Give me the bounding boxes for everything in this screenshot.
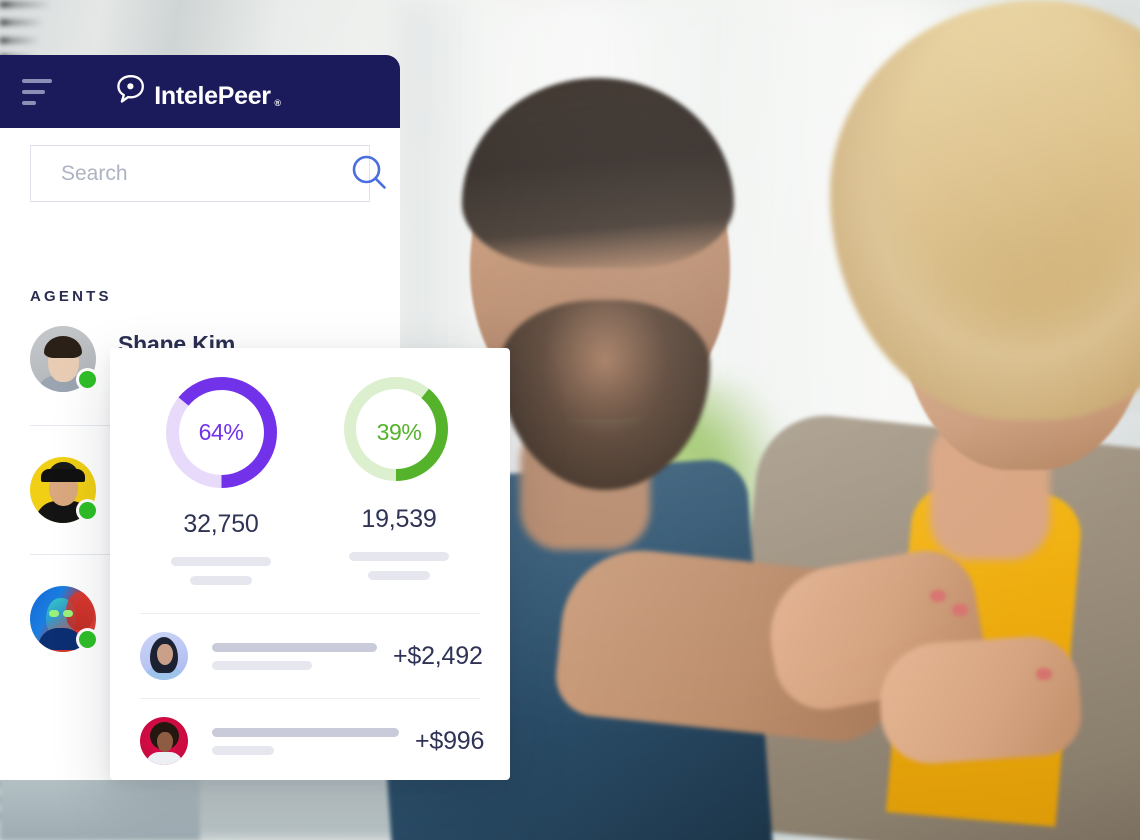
registered-trademark-icon: ® [274, 98, 281, 108]
skeleton-bar [368, 571, 430, 580]
avatar-wrapper [30, 457, 96, 523]
metric-value-2: 19,539 [361, 505, 437, 533]
transaction-row[interactable]: +$996 [110, 699, 510, 783]
avatar-body [146, 752, 183, 765]
transaction-placeholder-bars [212, 642, 377, 670]
hero-nail [930, 590, 946, 602]
skeleton-bar [171, 557, 271, 566]
avatar-face [157, 644, 173, 665]
brand-wordmark-text: IntelePeer [154, 82, 271, 110]
avatar-cap-brim [41, 469, 85, 482]
avatar-face [157, 732, 173, 752]
status-badge-online [79, 502, 96, 519]
search-button[interactable] [350, 146, 388, 201]
metric-value-1: 32,750 [183, 510, 259, 538]
hamburger-menu-icon[interactable] [22, 78, 52, 105]
list-divider [30, 554, 112, 555]
avatar [140, 717, 188, 765]
donut-chart-2: 39% [341, 374, 458, 491]
metrics-row: 64% 32,750 39% 19,539 [110, 348, 510, 585]
transaction-placeholder-bars [212, 727, 399, 755]
avatar-glasses-right [63, 610, 73, 617]
blind-slat [0, 38, 40, 43]
status-badge-online [79, 371, 96, 388]
search-input[interactable] [31, 161, 350, 186]
status-badge-online [79, 631, 96, 648]
transaction-amount: +$996 [415, 726, 485, 755]
donut-percent-label-1: 64% [198, 419, 244, 445]
avatar [140, 632, 188, 680]
search-box[interactable] [30, 145, 386, 202]
brand-logo[interactable]: IntelePeer ® [115, 74, 281, 109]
dashboard-card: 64% 32,750 39% 19,539 +$2,492 +$996 [110, 348, 510, 780]
agents-section-title: AGENTS [30, 288, 112, 305]
hero-nail [1036, 668, 1052, 680]
avatar-glasses-left [49, 610, 59, 617]
screenshot-root: IntelePeer® AGENTS [0, 0, 1140, 840]
skeleton-bar [212, 642, 377, 652]
avatar-body [38, 628, 84, 650]
blind-slat [0, 20, 44, 25]
search-icon [350, 153, 388, 194]
skeleton-bar [349, 552, 449, 561]
app-topbar: IntelePeer ® [0, 55, 400, 128]
avatar-wrapper [30, 586, 96, 652]
transaction-amount: +$2,492 [393, 641, 483, 670]
avatar-hair [44, 336, 82, 358]
skeleton-bar [190, 576, 252, 585]
transaction-row[interactable]: +$2,492 [110, 614, 510, 698]
skeleton-bar [212, 745, 274, 755]
brand-wordmark: IntelePeer ® [154, 84, 281, 109]
skeleton-bar [212, 727, 399, 737]
donut-chart-1: 64% [163, 374, 280, 491]
donut-percent-label-2: 39% [376, 419, 422, 445]
avatar-wrapper [30, 326, 96, 392]
hamburger-line [22, 89, 45, 94]
hero-woman-hand-right [876, 633, 1084, 767]
list-divider [30, 425, 112, 426]
skeleton-bar [212, 660, 312, 670]
blind-slat [0, 2, 52, 7]
metric-block: 64% 32,750 [141, 374, 301, 585]
metric-block: 39% 19,539 [319, 374, 479, 580]
hamburger-line [22, 78, 52, 83]
hamburger-line [22, 100, 36, 105]
speech-bubble-icon [115, 74, 145, 109]
hero-nail [952, 604, 968, 616]
foreground-desk-band [0, 778, 200, 840]
